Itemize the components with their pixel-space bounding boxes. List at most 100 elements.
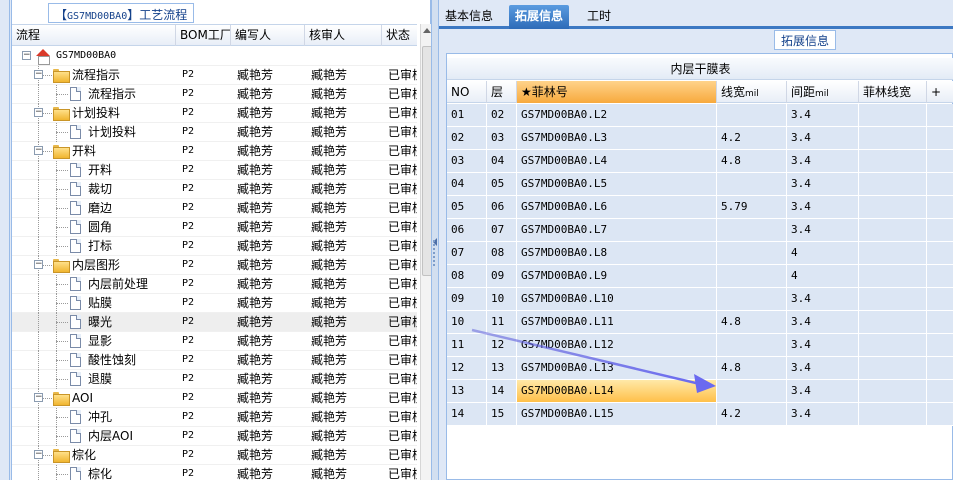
tree-row[interactable]: 冲孔 P2 臧艳芳 臧艳芳 已审核	[12, 408, 417, 427]
tab-basic-info[interactable]: 基本信息	[439, 5, 499, 29]
grid-column-header[interactable]: 线宽mil	[717, 81, 787, 103]
grid-cell[interactable]: GS7MD00BA0.L13	[517, 357, 717, 380]
grid-cell[interactable]	[927, 265, 953, 288]
grid-cell[interactable]: 4.8	[717, 357, 787, 380]
tab-work-hours[interactable]: 工时	[581, 5, 617, 29]
tree-column-header[interactable]: 流程	[12, 25, 176, 46]
tree-row[interactable]: 流程指示 P2 臧艳芳 臧艳芳 已审核	[12, 85, 417, 104]
grid-cell[interactable]	[717, 104, 787, 127]
scroll-up-icon[interactable]	[423, 28, 431, 33]
tree-column-header[interactable]: 编写人	[231, 25, 305, 46]
grid-cell[interactable]	[927, 380, 953, 403]
grid-cell[interactable]: 3.4	[787, 173, 859, 196]
grid-cell[interactable]	[859, 403, 927, 426]
grid-cell[interactable]: GS7MD00BA0.L5	[517, 173, 717, 196]
grid-cell[interactable]: 3.4	[787, 196, 859, 219]
tree-row[interactable]: 圆角 P2 臧艳芳 臧艳芳 已审核	[12, 218, 417, 237]
grid-cell[interactable]: 02	[487, 104, 517, 127]
grid-column-header[interactable]: 层	[487, 81, 517, 103]
grid-cell[interactable]: 4	[787, 265, 859, 288]
tree-row[interactable]: 磨边 P2 臧艳芳 臧艳芳 已审核	[12, 199, 417, 218]
grid-cell[interactable]	[859, 196, 927, 219]
grid-cell[interactable]	[927, 334, 953, 357]
tab-extended-info[interactable]: 拓展信息	[509, 5, 570, 29]
tree-row[interactable]: 开料 P2 臧艳芳 臧艳芳 已审核	[12, 161, 417, 180]
tree-row[interactable]: 内层AOI P2 臧艳芳 臧艳芳 已审核	[12, 427, 417, 446]
grid-cell[interactable]	[927, 150, 953, 173]
grid-cell[interactable]: GS7MD00BA0.L12	[517, 334, 717, 357]
grid-cell[interactable]: 3.4	[787, 334, 859, 357]
grid-cell[interactable]: 5.79	[717, 196, 787, 219]
grid-cell[interactable]	[717, 334, 787, 357]
grid-cell[interactable]: 05	[487, 173, 517, 196]
grid-cell[interactable]	[859, 288, 927, 311]
collapse-toggle-icon[interactable]: −	[34, 450, 43, 459]
tree-row[interactable]: 打标 P2 臧艳芳 臧艳芳 已审核	[12, 237, 417, 256]
grid-row[interactable]: 07 08 GS7MD00BA0.L8 4	[447, 242, 953, 265]
tree-row[interactable]: − 计划投料 P2 臧艳芳 臧艳芳 已审核	[12, 104, 417, 123]
grid-cell[interactable]: GS7MD00BA0.L15	[517, 403, 717, 426]
grid-cell[interactable]: 3.4	[787, 288, 859, 311]
tree-row[interactable]: 计划投料 P2 臧艳芳 臧艳芳 已审核	[12, 123, 417, 142]
grid-cell[interactable]: GS7MD00BA0.L9	[517, 265, 717, 288]
grid-cell[interactable]	[859, 173, 927, 196]
grid-cell[interactable]: GS7MD00BA0.L7	[517, 219, 717, 242]
tree-column-header[interactable]: 状态	[382, 25, 422, 46]
grid-cell[interactable]	[927, 173, 953, 196]
grid-row[interactable]: 13 14 GS7MD00BA0.L14 3.4	[447, 380, 953, 403]
tree-row[interactable]: − GS7MD00BA0	[12, 47, 417, 66]
grid-cell[interactable]	[859, 311, 927, 334]
collapse-toggle-icon[interactable]: −	[34, 393, 43, 402]
grid-cell[interactable]: 08	[447, 265, 487, 288]
tree-row[interactable]: − 内层图形 P2 臧艳芳 臧艳芳 已审核	[12, 256, 417, 275]
grid-cell[interactable]: 14	[447, 403, 487, 426]
grid-cell[interactable]: 14	[487, 380, 517, 403]
tree-row[interactable]: − 棕化 P2 臧艳芳 臧艳芳 已审核	[12, 446, 417, 465]
grid-cell[interactable]: GS7MD00BA0.L6	[517, 196, 717, 219]
grid-cell[interactable]: 12	[487, 334, 517, 357]
grid-cell[interactable]	[717, 173, 787, 196]
grid-column-header[interactable]: 间距mil	[787, 81, 859, 103]
grid-cell[interactable]: 05	[447, 196, 487, 219]
grid-row[interactable]: 14 15 GS7MD00BA0.L15 4.2 3.4	[447, 403, 953, 426]
grid-cell[interactable]: GS7MD00BA0.L8	[517, 242, 717, 265]
tree-row[interactable]: − 开料 P2 臧艳芳 臧艳芳 已审核	[12, 142, 417, 161]
grid-cell[interactable]: 3.4	[787, 127, 859, 150]
grid-column-header[interactable]: NO	[447, 81, 487, 103]
tree-row[interactable]: − 流程指示 P2 臧艳芳 臧艳芳 已审核	[12, 66, 417, 85]
panel-splitter[interactable]	[431, 0, 439, 480]
grid-cell[interactable]: 09	[447, 288, 487, 311]
grid-cell[interactable]: 3.4	[787, 219, 859, 242]
grid-cell[interactable]: 3.4	[787, 150, 859, 173]
collapse-toggle-icon[interactable]: −	[34, 146, 43, 155]
grid-cell[interactable]: 11	[447, 334, 487, 357]
tree-row[interactable]: 酸性蚀刻 P2 臧艳芳 臧艳芳 已审核	[12, 351, 417, 370]
grid-column-header[interactable]: 菲林线宽	[859, 81, 927, 103]
grid-column-header[interactable]: ★菲林号	[517, 81, 717, 103]
grid-cell[interactable]	[717, 265, 787, 288]
grid-cell[interactable]: 01	[447, 104, 487, 127]
grid-cell[interactable]: 03	[487, 127, 517, 150]
grid-cell[interactable]: 04	[447, 173, 487, 196]
grid-cell[interactable]: GS7MD00BA0.L10	[517, 288, 717, 311]
grid-cell[interactable]	[859, 380, 927, 403]
grid-cell[interactable]: 4.8	[717, 311, 787, 334]
grid-row[interactable]: 08 09 GS7MD00BA0.L9 4	[447, 265, 953, 288]
grid-row[interactable]: 12 13 GS7MD00BA0.L13 4.8 3.4	[447, 357, 953, 380]
collapse-toggle-icon[interactable]: −	[34, 70, 43, 79]
grid-cell[interactable]	[859, 357, 927, 380]
grid-row[interactable]: 05 06 GS7MD00BA0.L6 5.79 3.4	[447, 196, 953, 219]
grid-cell[interactable]: 07	[447, 242, 487, 265]
grid-cell[interactable]	[927, 219, 953, 242]
grid-cell[interactable]: 3.4	[787, 311, 859, 334]
grid-cell[interactable]: 09	[487, 265, 517, 288]
grid-row[interactable]: 11 12 GS7MD00BA0.L12 3.4	[447, 334, 953, 357]
grid-cell[interactable]: 3.4	[787, 403, 859, 426]
grid-cell[interactable]: 15	[487, 403, 517, 426]
grid-cell[interactable]: 06	[487, 196, 517, 219]
add-column-button[interactable]: +	[927, 81, 953, 103]
collapse-toggle-icon[interactable]: −	[34, 260, 43, 269]
tree-row[interactable]: − AOI P2 臧艳芳 臧艳芳 已审核	[12, 389, 417, 408]
grid-cell[interactable]	[717, 288, 787, 311]
grid-cell[interactable]: 3.4	[787, 380, 859, 403]
